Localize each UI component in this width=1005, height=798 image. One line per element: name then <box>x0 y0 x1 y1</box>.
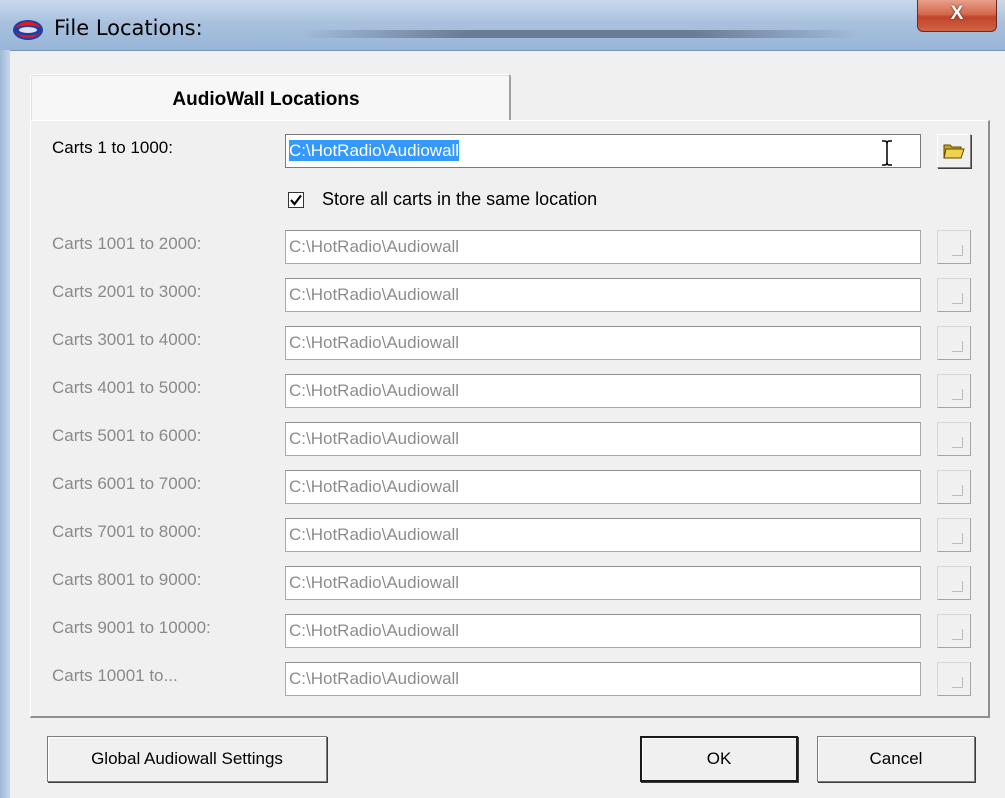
row-path-input[interactable]: C:\HotRadio\Audiowall <box>285 566 921 600</box>
close-icon: X <box>950 3 964 24</box>
row-path-input[interactable]: C:\HotRadio\Audiowall <box>285 662 921 696</box>
global-audiowall-settings-button[interactable]: Global Audiowall Settings <box>47 736 327 782</box>
row-browse-button[interactable] <box>937 518 971 552</box>
window-left-border <box>0 50 10 798</box>
checkmark-icon <box>290 194 302 206</box>
row-browse-button[interactable] <box>937 374 971 408</box>
row-browse-button[interactable] <box>937 326 971 360</box>
browse-icon <box>952 293 963 304</box>
row-path-input[interactable]: C:\HotRadio\Audiowall <box>285 326 921 360</box>
row-browse-button[interactable] <box>937 422 971 456</box>
browse-icon <box>952 485 963 496</box>
row-path-input[interactable]: C:\HotRadio\Audiowall <box>285 374 921 408</box>
carts-1-to-1000-path-input[interactable]: C:\HotRadio\Audiowall <box>285 134 921 168</box>
row-label: Carts 5001 to 6000: <box>52 426 202 445</box>
row-label: Carts 9001 to 10000: <box>52 618 211 637</box>
row-label: Carts 2001 to 3000: <box>52 282 202 301</box>
row-label: Carts 3001 to 4000: <box>52 330 202 349</box>
row-path-input[interactable]: C:\HotRadio\Audiowall <box>285 230 921 264</box>
browse-icon <box>952 629 963 640</box>
tab-label: AudioWall Locations <box>172 89 360 110</box>
browse-icon <box>952 677 963 688</box>
carts-1-to-1000-label: Carts 1 to 1000: <box>52 138 173 157</box>
row-label: Carts 10001 to... <box>52 666 178 685</box>
row-label: Carts 7001 to 8000: <box>52 522 202 541</box>
browse-icon <box>952 437 963 448</box>
row-label: Carts 6001 to 7000: <box>52 474 202 493</box>
row-browse-button[interactable] <box>937 470 971 504</box>
title-bar[interactable]: File Locations: X <box>0 0 1005 51</box>
row-label: Carts 4001 to 5000: <box>52 378 202 397</box>
window-title: File Locations: <box>54 16 203 40</box>
folder-open-icon <box>943 144 965 159</box>
browse-icon <box>952 533 963 544</box>
ok-button[interactable]: OK <box>640 736 798 782</box>
row-path-input[interactable]: C:\HotRadio\Audiowall <box>285 614 921 648</box>
same-location-label: Store all carts in the same location <box>322 189 598 209</box>
row-path-input[interactable]: C:\HotRadio\Audiowall <box>285 518 921 552</box>
row-path-input[interactable]: C:\HotRadio\Audiowall <box>285 422 921 456</box>
app-logo-icon <box>13 20 43 40</box>
row-path-input[interactable]: C:\HotRadio\Audiowall <box>285 278 921 312</box>
browse-icon <box>952 341 963 352</box>
row-path-input[interactable]: C:\HotRadio\Audiowall <box>285 470 921 504</box>
cancel-button[interactable]: Cancel <box>817 736 975 782</box>
browse-icon <box>952 245 963 256</box>
row-browse-button[interactable] <box>937 662 971 696</box>
row-browse-button[interactable] <box>937 614 971 648</box>
file-locations-dialog: File Locations: X AudioWall Locations Ca… <box>0 0 1005 798</box>
row-browse-button[interactable] <box>937 278 971 312</box>
row-browse-button[interactable] <box>937 566 971 600</box>
browse-carts-1-to-1000-button[interactable] <box>937 134 971 168</box>
close-button[interactable]: X <box>917 0 997 32</box>
row-label: Carts 8001 to 9000: <box>52 570 202 589</box>
text-cursor-icon <box>882 140 892 166</box>
selected-path-text: C:\HotRadio\Audiowall <box>289 140 460 161</box>
row-browse-button[interactable] <box>937 230 971 264</box>
tab-audiowall-locations[interactable]: AudioWall Locations <box>30 74 511 122</box>
browse-icon <box>952 389 963 400</box>
browse-icon <box>952 581 963 592</box>
row-label: Carts 1001 to 2000: <box>52 234 202 253</box>
same-location-checkbox[interactable] <box>288 192 304 208</box>
